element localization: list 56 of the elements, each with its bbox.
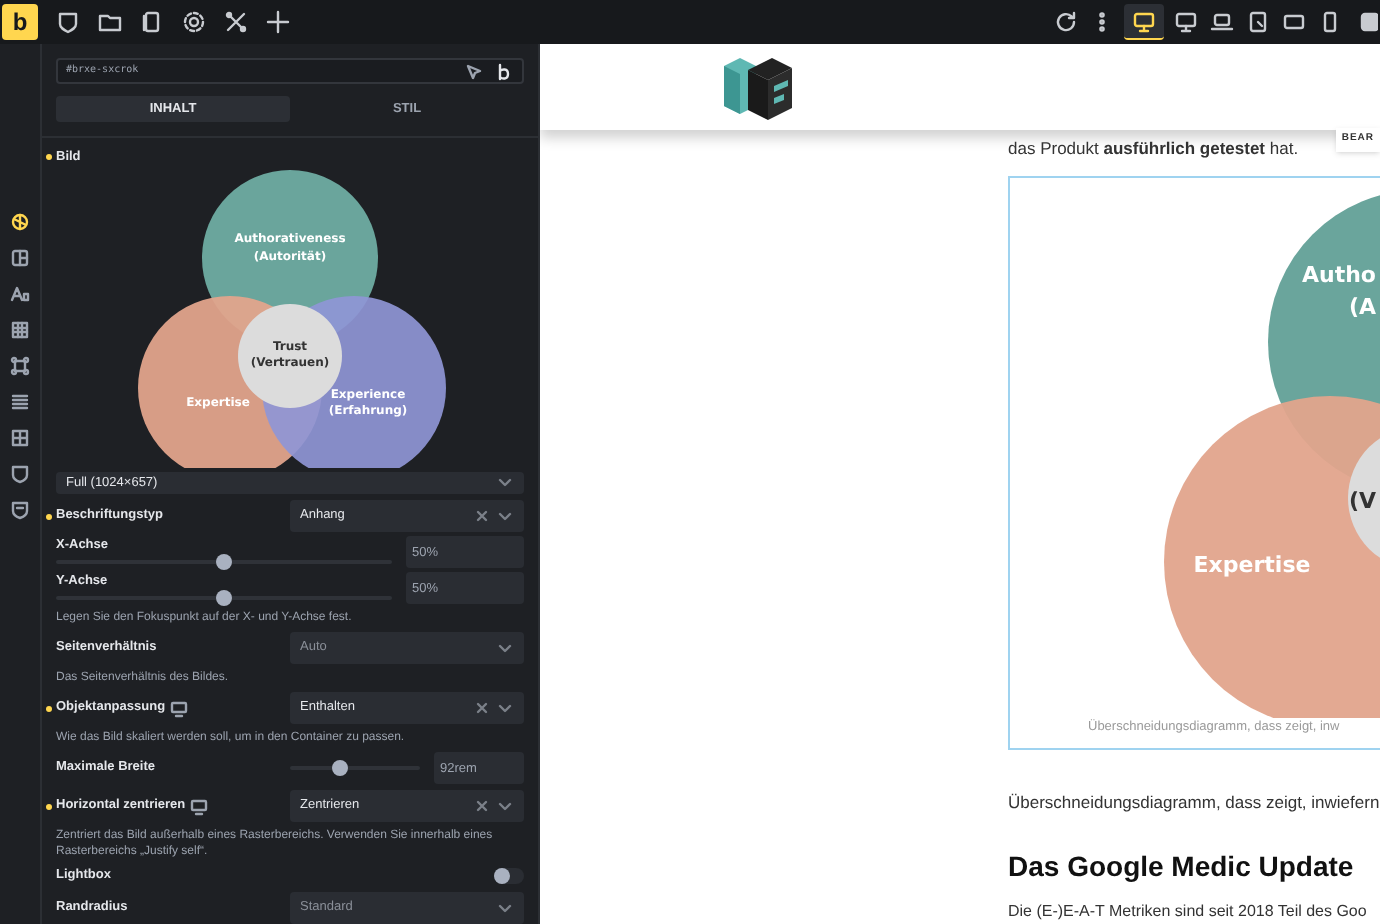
sidebar-button[interactable]	[6, 282, 34, 306]
tablet-icon	[1246, 10, 1270, 34]
sidebar-button[interactable]	[6, 462, 34, 486]
palette-icon	[10, 212, 30, 232]
diagram-label: (A	[1348, 293, 1376, 320]
sidebar-button[interactable]	[6, 354, 34, 378]
toggle-switch[interactable]	[494, 868, 524, 885]
diagram-label: Autho	[1302, 261, 1376, 288]
intro-text: das Produkt ausführlich getestet hat.	[1008, 136, 1299, 162]
diagram-label: Expertise	[1193, 551, 1311, 578]
caret-icon	[496, 798, 514, 815]
folder-icon[interactable]	[98, 10, 122, 34]
settings-icon[interactable]	[182, 10, 206, 34]
transform-icon	[10, 356, 30, 376]
plus-icon[interactable]	[266, 10, 290, 34]
refresh-icon	[1054, 10, 1078, 34]
shield-icon	[10, 464, 30, 484]
shield-icon[interactable]	[56, 10, 80, 34]
laptop-icon	[1210, 10, 1234, 34]
clear-icon[interactable]	[474, 798, 490, 815]
desktop-icon	[1132, 9, 1156, 33]
monitor-icon	[189, 797, 208, 816]
slider-thumb[interactable]	[216, 590, 232, 607]
landscape-tablet-icon	[1282, 10, 1306, 34]
desktop-button[interactable]	[1124, 4, 1164, 40]
layout-icon	[10, 248, 30, 268]
typography-icon	[10, 284, 30, 304]
sidebar-button[interactable]	[6, 318, 34, 342]
pointer-icon[interactable]	[464, 61, 484, 82]
caret-icon	[496, 900, 514, 916]
grid-icon	[10, 320, 30, 340]
heading: Das Google Medic Update	[1008, 851, 1356, 879]
slider-thumb[interactable]	[331, 760, 348, 777]
body-text: Die (E-)E-A-T Metriken sind seit 2018 Teil des Goo	[1008, 899, 1369, 923]
paragraph: Überschneidungsdiagramm, dass zeigt, inwiefern	[1008, 789, 1380, 815]
sidebar-button[interactable]	[6, 498, 34, 522]
pages-icon[interactable]	[140, 10, 164, 34]
sidebar-button[interactable]	[6, 426, 34, 450]
logo-button[interactable]: b	[2, 4, 38, 40]
badge-icon	[10, 500, 30, 520]
list-icon	[10, 392, 30, 412]
monitor-icon	[169, 699, 188, 718]
caret-icon	[496, 640, 514, 657]
b-logo-icon[interactable]	[494, 61, 514, 82]
diagram-label: (V	[1348, 487, 1376, 514]
phone-icon	[1318, 10, 1342, 34]
caret-icon	[496, 700, 514, 717]
monitor-icon	[1174, 10, 1198, 34]
clear-icon[interactable]	[474, 508, 490, 525]
crossed-tools-icon[interactable]	[224, 10, 248, 34]
sidebar-button[interactable]	[6, 246, 34, 270]
clear-icon[interactable]	[474, 700, 490, 717]
slider-thumb[interactable]	[216, 554, 232, 571]
sidebar-button[interactable]	[6, 210, 34, 234]
box-icon	[10, 428, 30, 448]
sidebar-button[interactable]	[6, 390, 34, 414]
